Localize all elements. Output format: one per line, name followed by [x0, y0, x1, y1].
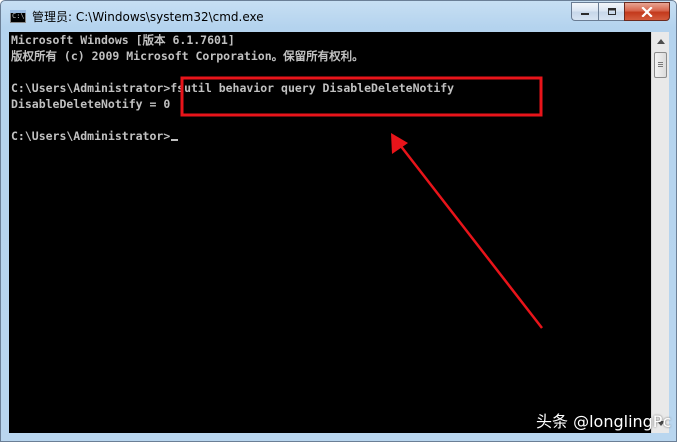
console-output[interactable]: Microsoft Windows [版本 6.1.7601] 版权所有 (c)… [9, 32, 651, 433]
console-line-version: Microsoft Windows [版本 6.1.7601] [11, 33, 235, 47]
scrollbar-thumb[interactable] [654, 52, 667, 78]
text-cursor [171, 139, 179, 141]
close-button[interactable] [624, 2, 670, 21]
scroll-up-button[interactable] [653, 33, 669, 49]
scroll-up-icon [657, 38, 665, 44]
close-icon [641, 6, 653, 17]
maximize-button[interactable] [598, 2, 624, 21]
maximize-icon [607, 8, 616, 15]
caption-buttons [571, 2, 670, 21]
minimize-icon [581, 12, 589, 15]
watermark-text: 头条 @longlingPc [536, 412, 672, 431]
vertical-scrollbar[interactable] [651, 32, 669, 433]
console-line-result: DisableDeleteNotify = 0 [11, 97, 171, 111]
console-line-command: C:\Users\Administrator>fsutil behavior q… [11, 81, 455, 95]
window-title: 管理员: C:\Windows\system32\cmd.exe [32, 10, 264, 24]
cmd-app-icon[interactable]: C:\ [10, 10, 26, 23]
minimize-button[interactable] [571, 2, 598, 21]
title-bar[interactable]: C:\ 管理员: C:\Windows\system32\cmd.exe [1, 1, 676, 32]
cmd-window: C:\ 管理员: C:\Windows\system32\cmd.exe Mic… [0, 0, 677, 442]
prompt-text: C:\Users\Administrator> [11, 129, 171, 143]
console-line-copyright: 版权所有 (c) 2009 Microsoft Corporation。保留所有… [11, 49, 364, 63]
console-line-prompt[interactable]: C:\Users\Administrator> [11, 128, 179, 144]
